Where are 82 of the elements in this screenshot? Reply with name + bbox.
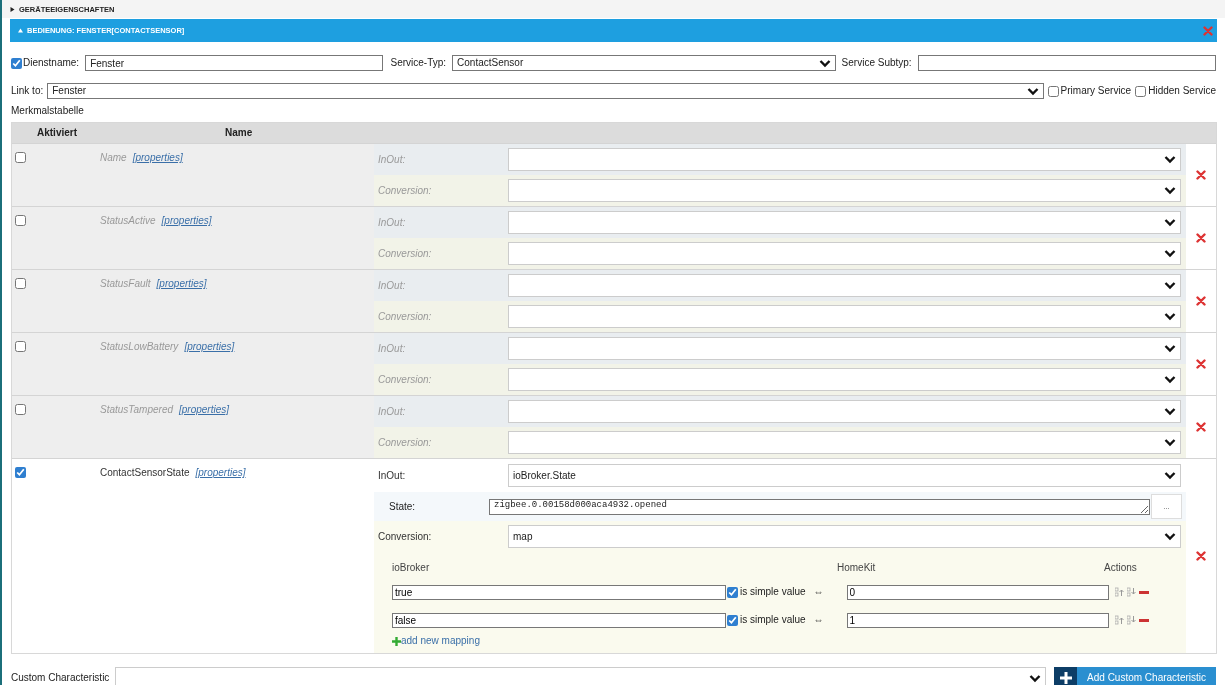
delete-icon[interactable] [1196, 296, 1206, 306]
field-label: InOut: [377, 279, 407, 292]
enabled-checkbox[interactable] [15, 152, 26, 163]
enabled-checkbox[interactable] [11, 57, 22, 69]
field-label: Conversion: [377, 530, 433, 543]
field-label: State: [388, 500, 417, 513]
delete-icon[interactable] [1196, 550, 1206, 561]
checkbox[interactable] [1047, 85, 1059, 97]
field-label: Conversion: [377, 436, 433, 449]
properties-link[interactable]: [properties] [195, 467, 246, 479]
field-label: Service Subtyp: [841, 57, 912, 69]
column-header: Aktiviert [37, 127, 77, 139]
checkbox-label: is simple value [740, 586, 806, 598]
service-subtype-field[interactable] [917, 55, 1216, 71]
checkbox-label: Hidden Service [1148, 85, 1216, 97]
delete-icon[interactable] [1196, 233, 1206, 243]
field-label: InOut: [377, 216, 407, 229]
column-header: Name [225, 127, 253, 139]
browse-button[interactable]: ... [1151, 494, 1182, 519]
enabled-checkbox[interactable] [15, 467, 26, 478]
table-title: Merkmalstabelle [10, 104, 85, 118]
state-field[interactable]: zigbee.0.00158d000aca4932.opened [489, 498, 1150, 515]
characteristic-name: ContactSensorState [100, 467, 190, 479]
move-down-icon[interactable] [1126, 615, 1136, 625]
field-label: Service-Typ: [390, 57, 447, 69]
characteristic-name: StatusLowBattery [100, 341, 179, 353]
move-up-icon[interactable] [1114, 615, 1124, 625]
move-down-icon[interactable] [1126, 587, 1136, 597]
plus-icon [392, 636, 401, 646]
field-label: Custom Characteristic [11, 672, 110, 684]
link-to-select[interactable]: Fenster [47, 83, 1044, 99]
properties-link[interactable]: [properties] [132, 152, 183, 164]
field-label: InOut: [377, 342, 407, 355]
service-name-field[interactable]: Fenster [85, 55, 384, 71]
equivalence-sign: ⇔ [813, 614, 825, 626]
properties-link[interactable]: [properties] [179, 404, 230, 416]
checkbox-label: Primary Service [1060, 85, 1132, 97]
properties-link[interactable]: [properties] [184, 341, 235, 353]
remove-icon[interactable] [1138, 590, 1149, 594]
column-header: HomeKit [837, 562, 877, 574]
column-header: ioBroker [392, 562, 431, 574]
remove-icon[interactable] [1138, 618, 1149, 622]
service-type-select[interactable]: ContactSensor [452, 55, 836, 71]
checkbox-label: is simple value [740, 614, 806, 626]
inout-select[interactable]: ioBroker.State [508, 464, 1181, 487]
characteristic-name: StatusActive [100, 215, 156, 227]
homekit-value-field[interactable]: 1 [846, 612, 1109, 628]
conversion-select[interactable]: map [508, 525, 1181, 548]
iobroker-value-field[interactable]: false [392, 612, 726, 628]
field-label: Conversion: [377, 184, 433, 197]
field-label: InOut: [377, 405, 407, 418]
equivalence-sign: ⇔ [813, 586, 825, 598]
column-header: Actions [1104, 562, 1137, 574]
field-label: Dienstname: [23, 57, 80, 69]
enabled-checkbox[interactable] [15, 215, 26, 226]
homekit-value-field[interactable]: 0 [846, 584, 1109, 600]
plus-icon [1059, 672, 1072, 684]
add-mapping-link[interactable]: add new mapping [392, 635, 480, 647]
caret-icon[interactable] [10, 6, 15, 12]
enabled-checkbox[interactable] [15, 341, 26, 352]
enabled-checkbox[interactable] [15, 278, 26, 289]
properties-link[interactable]: [properties] [156, 278, 207, 290]
delete-icon[interactable] [1196, 170, 1206, 180]
field-label: Conversion: [377, 247, 433, 260]
field-label: Link to: [11, 85, 44, 97]
simple-value-checkbox[interactable] [727, 586, 738, 598]
enabled-checkbox[interactable] [15, 404, 26, 415]
delete-icon[interactable] [1196, 422, 1206, 432]
characteristic-name: StatusFault [100, 278, 151, 290]
add-characteristic-button[interactable]: Add Custom Characteristic [1054, 666, 1216, 685]
field-label: Conversion: [377, 310, 433, 323]
delete-icon[interactable] [1196, 359, 1206, 369]
move-up-icon[interactable] [1114, 587, 1124, 597]
characteristic-name: Name [100, 152, 127, 164]
field-label: InOut: [377, 153, 407, 166]
checkbox[interactable] [1135, 85, 1147, 97]
field-label: Conversion: [377, 373, 433, 386]
simple-value-checkbox[interactable] [727, 614, 738, 626]
characteristic-name: StatusTampered [100, 404, 173, 416]
properties-link[interactable]: [properties] [161, 215, 212, 227]
field-label: InOut: [377, 469, 407, 482]
iobroker-value-field[interactable]: true [392, 584, 726, 600]
